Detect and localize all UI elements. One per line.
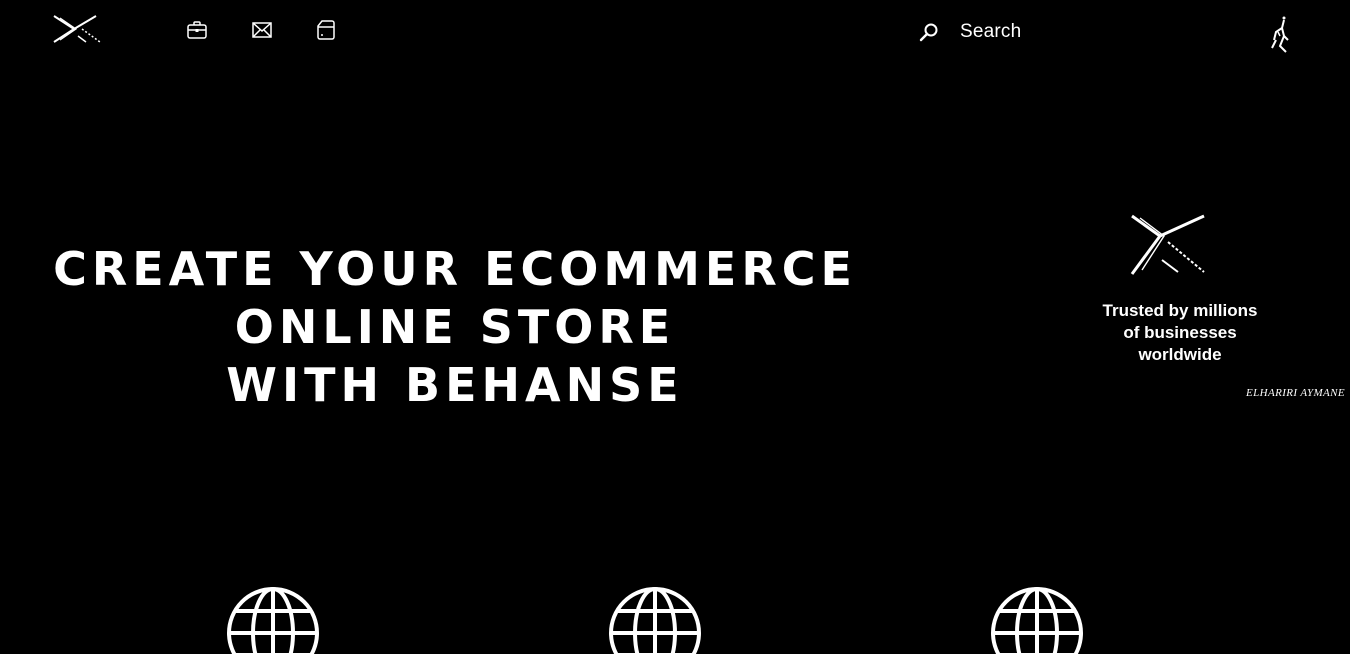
globe-icon bbox=[608, 586, 702, 654]
hero-title-line: ONLINE STORE bbox=[234, 300, 676, 354]
mail-icon[interactable] bbox=[250, 18, 274, 42]
author-signature: ELHARIRI AYMANE bbox=[1246, 387, 1345, 399]
hero-title-line: WITH BEHANSE bbox=[226, 358, 684, 412]
globe-icon bbox=[990, 586, 1084, 654]
document-icon[interactable] bbox=[314, 18, 338, 42]
x-logo-icon bbox=[1128, 212, 1208, 278]
page: Search CREATE YOUR ECOMMERCE ONLINE STOR… bbox=[0, 0, 1350, 654]
figure-avatar-icon[interactable] bbox=[1262, 14, 1296, 56]
search-box[interactable]: Search bbox=[918, 18, 1021, 46]
trust-line: of businesses bbox=[1123, 323, 1237, 342]
x-logo-icon[interactable] bbox=[52, 14, 104, 44]
globe-icon bbox=[226, 586, 320, 654]
trust-line: Trusted by millions bbox=[1102, 301, 1258, 320]
trust-statement: Trusted by millions of businesses worldw… bbox=[1080, 300, 1280, 366]
briefcase-icon[interactable] bbox=[185, 18, 209, 42]
trust-line: worldwide bbox=[1138, 345, 1222, 364]
search-icon[interactable] bbox=[918, 21, 940, 43]
hero-title: CREATE YOUR ECOMMERCE ONLINE STORE WITH … bbox=[30, 240, 880, 414]
search-label[interactable]: Search bbox=[960, 21, 1021, 43]
hero-title-line: CREATE YOUR ECOMMERCE bbox=[53, 242, 857, 296]
